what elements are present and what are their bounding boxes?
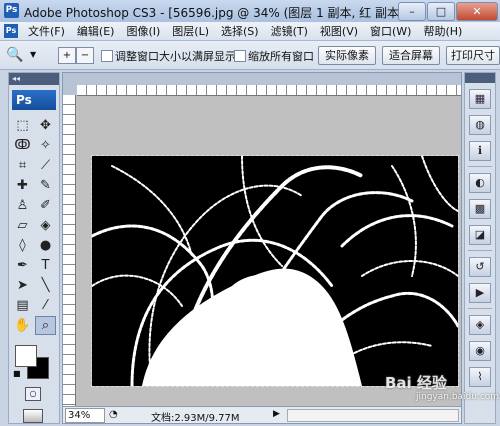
screen-mode-icon[interactable] [23, 409, 43, 423]
slice-tool-icon[interactable]: ⟋ [35, 156, 56, 175]
actual-pixels-button[interactable]: 实际像素 [318, 46, 376, 65]
clone-stamp-tool-icon[interactable]: ♙ [12, 196, 33, 215]
photoshop-logo: Ps [12, 90, 56, 110]
baidu-jingyan-watermark: Bai 经验 [385, 374, 447, 392]
menu-help[interactable]: 帮助(H) [417, 23, 468, 39]
status-menu-arrow-icon[interactable]: ▶ [273, 409, 280, 419]
horizontal-scrollbar[interactable] [287, 409, 459, 422]
maximize-button[interactable]: □ [427, 2, 455, 21]
hair-channel-image [92, 156, 458, 386]
window-controls: – □ ✕ [397, 2, 498, 21]
vertical-ruler [63, 95, 76, 407]
horizontal-ruler [77, 85, 461, 96]
panel-divider [468, 166, 492, 167]
menu-file[interactable]: 文件(F) [22, 23, 71, 39]
zoom-level-field[interactable]: 34% [65, 408, 105, 423]
type-tool-icon[interactable]: T [35, 256, 56, 275]
print-size-button[interactable]: 打印尺寸 [446, 46, 500, 65]
quick-mask-icon[interactable]: ○ [25, 387, 41, 401]
crop-tool-icon[interactable]: ⌗ [12, 156, 33, 175]
move-tool-icon[interactable]: ✥ [35, 116, 56, 135]
paint-bucket-tool-icon[interactable]: ◈ [35, 216, 56, 235]
zoom-in-button[interactable]: + [58, 47, 76, 64]
blur-tool-icon[interactable]: ◊ [12, 236, 33, 255]
options-bar: 🔍 ▼ + − 调整窗口大小以满屏显示 缩放所有窗口 实际像素 适合屏幕 打印尺… [0, 41, 500, 70]
toolbox-panel: ◂◂ Ps ⬚ ✥ ↂ ✧ ⌗ ⟋ ✚ ✎ ♙ ✐ ▱ ◈ ◊ ● ✒ T ➤ … [8, 72, 60, 424]
color-swatches: ■ [9, 341, 59, 383]
info-panel-icon[interactable]: ℹ [469, 141, 491, 161]
histogram-panel-icon[interactable]: ◍ [469, 115, 491, 135]
panel-divider [468, 308, 492, 309]
eyedropper-tool-icon[interactable]: ⁄ [35, 296, 56, 315]
lasso-tool-icon[interactable]: ↂ [12, 136, 33, 155]
menu-image[interactable]: 图像(I) [120, 23, 166, 39]
menu-bar: Ps 文件(F) 编辑(E) 图像(I) 图层(L) 选择(S) 滤镜(T) 视… [0, 22, 500, 41]
navigator-panel-icon[interactable]: ▦ [469, 89, 491, 109]
eraser-tool-icon[interactable]: ▱ [12, 216, 33, 235]
swatches-panel-icon[interactable]: ▩ [469, 199, 491, 219]
history-brush-tool-icon[interactable]: ✐ [35, 196, 56, 215]
menu-select[interactable]: 选择(S) [215, 23, 265, 39]
channels-panel-icon[interactable]: ◉ [469, 341, 491, 361]
canvas-area[interactable] [76, 96, 461, 407]
menu-edit[interactable]: 编辑(E) [71, 23, 121, 39]
layers-panel-icon[interactable]: ◈ [469, 315, 491, 335]
toolbox-collapse-handle[interactable]: ◂◂ [9, 73, 59, 85]
close-button[interactable]: ✕ [456, 2, 498, 21]
styles-panel-icon[interactable]: ◪ [469, 225, 491, 245]
line-tool-icon[interactable]: ╲ [35, 276, 56, 295]
resize-window-checkbox[interactable] [101, 50, 113, 62]
menu-layer[interactable]: 图层(L) [166, 23, 215, 39]
photoshop-app-icon: Ps [4, 3, 19, 18]
default-colors-icon[interactable]: ■ [13, 369, 21, 378]
zoom-all-windows-checkbox[interactable] [234, 50, 246, 62]
panel-dock-collapse-handle[interactable] [465, 73, 495, 83]
color-panel-icon[interactable]: ◐ [469, 173, 491, 193]
panel-divider [468, 250, 492, 251]
document-icon[interactable]: Ps [4, 24, 18, 38]
healing-brush-tool-icon[interactable]: ✚ [12, 176, 33, 195]
resize-window-label: 调整窗口大小以满屏显示 [115, 50, 236, 63]
zoom-out-button[interactable]: − [76, 47, 94, 64]
tool-preset-arrow-icon[interactable]: ▼ [30, 50, 36, 59]
magic-wand-tool-icon[interactable]: ✧ [35, 136, 56, 155]
menu-window[interactable]: 窗口(W) [364, 23, 417, 39]
status-bar-icon[interactable]: ◔ [109, 409, 118, 420]
title-bar: Ps Adobe Photoshop CS3 - [56596.jpg @ 34… [0, 0, 500, 23]
actions-panel-icon[interactable]: ▶ [469, 283, 491, 303]
history-panel-icon[interactable]: ↺ [469, 257, 491, 277]
pen-tool-icon[interactable]: ✒ [12, 256, 33, 275]
menu-view[interactable]: 视图(V) [314, 23, 364, 39]
menu-filter[interactable]: 滤镜(T) [265, 23, 314, 39]
hand-tool-icon[interactable]: ✋ [12, 316, 33, 335]
document-image[interactable] [91, 155, 459, 387]
notes-tool-icon[interactable]: ▤ [12, 296, 33, 315]
zoom-tool-active-icon[interactable]: ⌕ [35, 316, 56, 335]
minimize-button[interactable]: – [398, 2, 426, 21]
marquee-tool-icon[interactable]: ⬚ [12, 116, 33, 135]
panel-dock: ▦ ◍ ℹ ◐ ▩ ◪ ↺ ▶ ◈ ◉ ⌇ [464, 72, 496, 424]
window-title: Adobe Photoshop CS3 - [56596.jpg @ 34% (… [24, 6, 421, 20]
foreground-color-swatch[interactable] [15, 345, 37, 367]
status-bar: 34% ◔ 文档:2.93M/9.77M ▶ [63, 406, 461, 424]
brush-tool-icon[interactable]: ✎ [35, 176, 56, 195]
path-selection-tool-icon[interactable]: ➤ [12, 276, 33, 295]
fit-screen-button[interactable]: 适合屏幕 [382, 46, 440, 65]
watermark-url: jingyan.baidu.com [416, 392, 500, 402]
paths-panel-icon[interactable]: ⌇ [469, 367, 491, 387]
zoom-all-windows-label: 缩放所有窗口 [248, 50, 314, 63]
document-size-info: 文档:2.93M/9.77M [151, 413, 240, 424]
zoom-tool-icon[interactable]: 🔍 [6, 46, 28, 64]
dodge-tool-icon[interactable]: ● [35, 236, 56, 255]
